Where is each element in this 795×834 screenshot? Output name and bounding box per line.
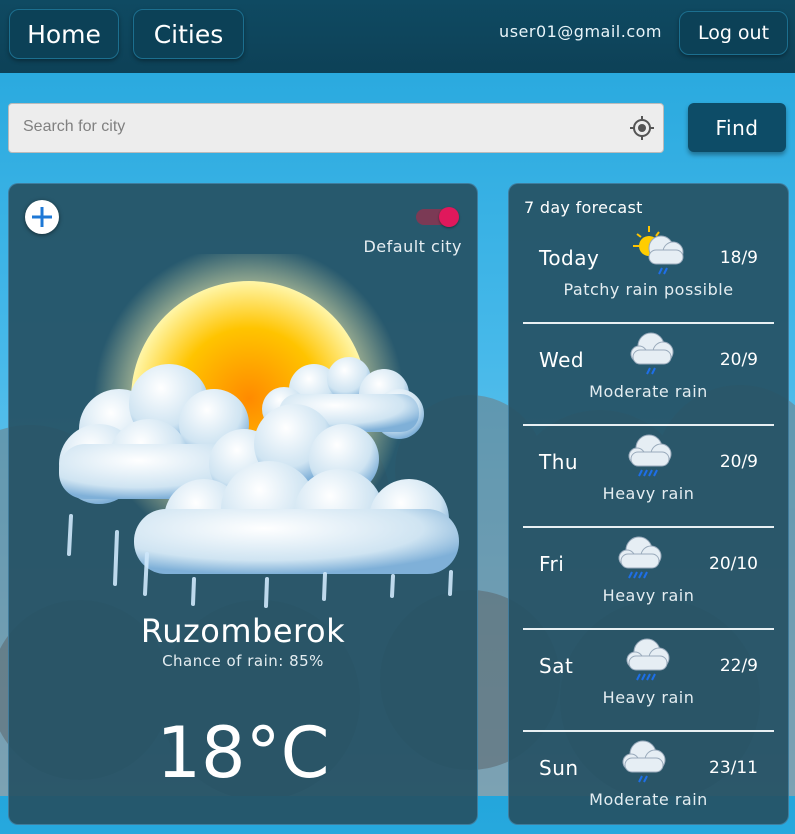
- default-city-toggle[interactable]: [416, 207, 459, 227]
- forecast-day-name: Today: [539, 246, 600, 270]
- forecast-temperature: 23/11: [709, 758, 758, 778]
- forecast-condition: Heavy rain: [602, 586, 695, 605]
- heavy-rain-icon: [628, 434, 672, 477]
- forecast-day[interactable]: Wed 20/9 Moderate rain: [523, 324, 774, 426]
- chance-of-rain: Chance of rain: 85%: [162, 652, 324, 670]
- forecast-panel: 7 day forecast Today 18/9 Patchy rain po…: [508, 183, 789, 825]
- moderate-rain-icon: [622, 740, 666, 783]
- search-bar: [8, 103, 664, 153]
- forecast-temperature: 20/9: [719, 452, 758, 472]
- forecast-temperature: 20/10: [709, 554, 758, 574]
- forecast-temperature: 22/9: [719, 656, 758, 676]
- moderate-rain-icon: [630, 332, 674, 375]
- forecast-condition: Moderate rain: [589, 790, 708, 809]
- current-weather-card: Default city Ruzomberok Chance of rain: …: [8, 183, 478, 825]
- forecast-day-name: Wed: [539, 348, 585, 372]
- forecast-title: 7 day forecast: [524, 198, 643, 217]
- sun-behind-rain-clouds-icon: [59, 254, 459, 608]
- heavy-rain-icon: [626, 638, 670, 681]
- forecast-day-name: Fri: [539, 552, 565, 576]
- forecast-condition: Patchy rain possible: [563, 280, 734, 299]
- forecast-condition: Heavy rain: [602, 688, 695, 707]
- forecast-condition: Moderate rain: [589, 382, 708, 401]
- forecast-day-name: Thu: [539, 450, 579, 474]
- locate-icon[interactable]: [629, 115, 655, 141]
- forecast-day-name: Sun: [539, 756, 579, 780]
- heavy-rain-icon: [618, 536, 662, 579]
- plus-icon: [32, 207, 52, 227]
- current-temperature: 18°C: [156, 712, 330, 794]
- find-button[interactable]: Find: [688, 103, 786, 152]
- add-city-button[interactable]: [25, 200, 59, 234]
- top-navigation-bar: Home Cities user01@gmail.com Log out: [0, 0, 795, 73]
- city-name: Ruzomberok: [140, 612, 346, 650]
- logout-button[interactable]: Log out: [679, 11, 788, 55]
- forecast-day[interactable]: Today 18/9 Patchy rain possible: [523, 222, 774, 324]
- search-input[interactable]: [9, 104, 603, 150]
- patchy-rain-icon: [633, 226, 684, 275]
- forecast-day-name: Sat: [539, 654, 574, 678]
- forecast-temperature: 18/9: [719, 248, 758, 268]
- forecast-day[interactable]: Sat 22/9 Heavy rain: [523, 630, 774, 732]
- home-button[interactable]: Home: [9, 9, 119, 59]
- forecast-temperature: 20/9: [719, 350, 758, 370]
- forecast-day[interactable]: Fri 20/10 Heavy rain: [523, 528, 774, 630]
- forecast-day[interactable]: Sun 23/11 Moderate rain: [523, 732, 774, 834]
- forecast-condition: Heavy rain: [602, 484, 695, 503]
- user-email: user01@gmail.com: [499, 22, 662, 41]
- forecast-day[interactable]: Thu 20/9 Heavy rain: [523, 426, 774, 528]
- cities-button[interactable]: Cities: [133, 9, 244, 59]
